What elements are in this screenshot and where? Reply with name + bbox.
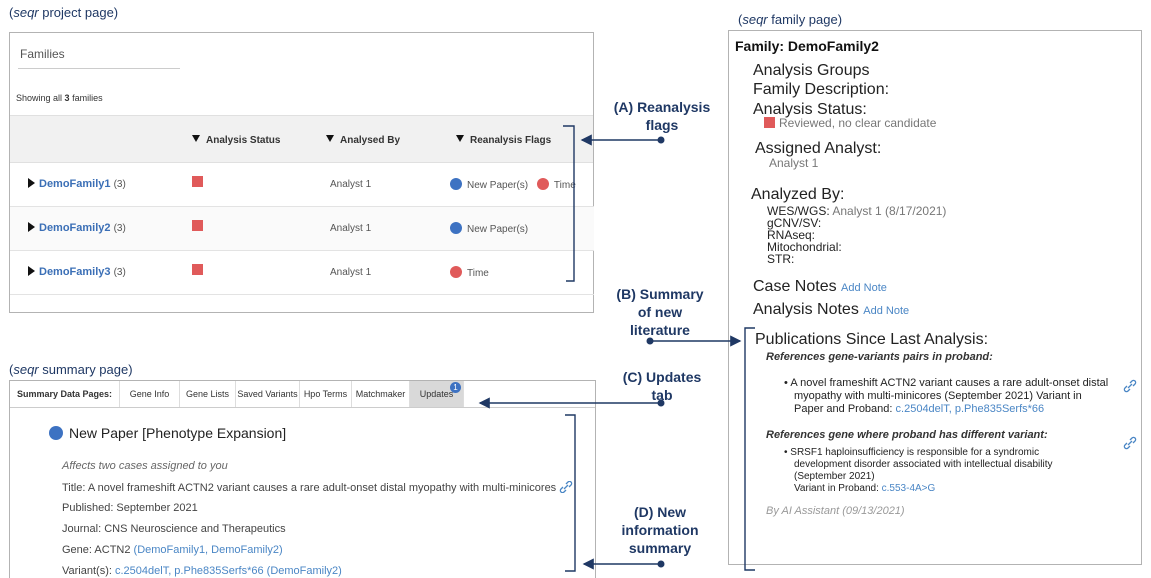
annotation-connectors — [478, 125, 755, 572]
